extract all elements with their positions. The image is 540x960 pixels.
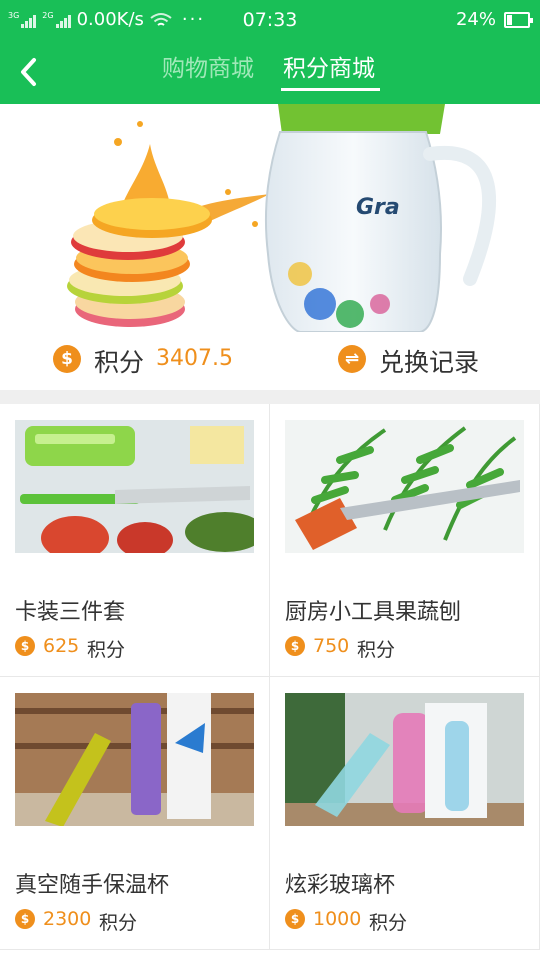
glass-bottles-photo (285, 693, 524, 826)
app-root: 3G 2G 0.00K/s ··· 07:33 24% 购物商城 积分商城 Gr… (0, 0, 540, 960)
battery-fill (507, 14, 512, 25)
product-name: 卡装三件套 (15, 600, 126, 625)
points-label: 积分 (94, 348, 145, 377)
exchange-icon: ⇌ (338, 345, 366, 373)
nav-bar: 购物商城 积分商城 (0, 40, 540, 104)
exchange-records-link[interactable]: 兑换记录 (379, 343, 479, 379)
battery-icon (504, 11, 533, 28)
product-price: 1000 (313, 908, 362, 930)
promo-banner[interactable]: Gra (0, 104, 540, 332)
product-card[interactable]: 炫彩玻璃杯 $ 1000 积分 (270, 677, 540, 950)
product-grid: 卡装三件套 $ 625 积分 厨房小工具果蔬刨 $ 750 积分 真空随手保温杯… (0, 404, 540, 960)
product-price: 625 (43, 635, 80, 657)
product-price-unit: 积分 (357, 639, 396, 661)
product-name: 真空随手保温杯 (15, 873, 170, 898)
fruit-slices-icon (67, 198, 212, 327)
thermos-bottles-photo (15, 693, 254, 826)
coin-icon: $ (15, 636, 35, 656)
coin-icon: $ (53, 345, 81, 373)
glass-jar-icon: Gra (264, 104, 497, 332)
product-price: 750 (313, 635, 350, 657)
product-name: 炫彩玻璃杯 (285, 873, 396, 898)
tab-points-mall[interactable]: 积分商城 (283, 54, 375, 84)
tab-shopping-mall[interactable]: 购物商城 (162, 54, 254, 84)
product-price-unit: 积分 (99, 912, 138, 934)
tab-bar: 购物商城 积分商城 (0, 40, 540, 104)
coin-icon: $ (285, 909, 305, 929)
battery-percent: 24% (455, 9, 496, 30)
product-price: 2300 (43, 908, 92, 930)
product-price-unit: 积分 (87, 639, 126, 661)
product-name: 厨房小工具果蔬刨 (285, 600, 462, 625)
section-divider (0, 390, 540, 404)
svg-text:Gra: Gra (356, 195, 400, 220)
coin-icon: $ (285, 636, 305, 656)
status-right: 24% (455, 9, 533, 30)
points-balance: 3407.5 (156, 346, 233, 371)
knife-peeler-set-photo (15, 420, 254, 553)
product-card[interactable]: 真空随手保温杯 $ 2300 积分 (0, 677, 270, 950)
status-bar: 3G 2G 0.00K/s ··· 07:33 24% (0, 0, 540, 40)
coin-icon: $ (15, 909, 35, 929)
points-bar: $ 积分 3407.5 ⇌ 兑换记录 (0, 332, 540, 388)
product-card[interactable]: 厨房小工具果蔬刨 $ 750 积分 (270, 404, 540, 677)
active-tab-indicator (281, 88, 380, 91)
product-card[interactable]: 卡装三件套 $ 625 积分 (0, 404, 270, 677)
product-price-unit: 积分 (369, 912, 408, 934)
banner-image: Gra (67, 104, 497, 332)
vegetable-grater-photo (285, 420, 524, 553)
